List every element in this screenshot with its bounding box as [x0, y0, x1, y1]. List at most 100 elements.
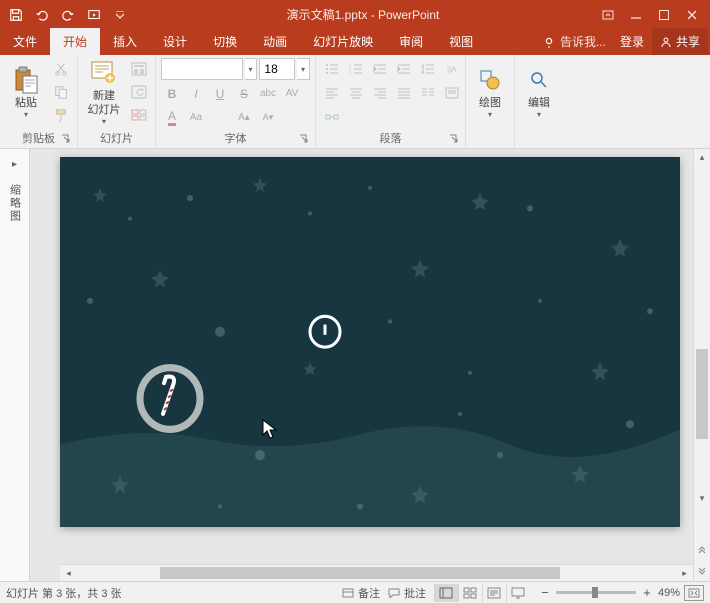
tab-review[interactable]: 审阅	[386, 28, 436, 55]
font-name-dropdown[interactable]: ▾	[245, 58, 258, 80]
paragraph-label: 段落	[380, 133, 402, 145]
next-slide-button[interactable]	[695, 562, 710, 577]
horizontal-scrollbar[interactable]: ◂ ▸	[60, 564, 693, 581]
cut-button[interactable]	[50, 58, 72, 79]
smartart-button[interactable]	[321, 106, 343, 127]
copy-button[interactable]	[50, 81, 72, 102]
slide-canvas[interactable]	[60, 157, 680, 527]
slideshow-view-button[interactable]	[506, 584, 530, 602]
thumbnails-panel-collapsed: ▸ 缩略图	[0, 149, 30, 581]
editing-button[interactable]: 编辑 ▾	[520, 58, 558, 126]
align-text-button[interactable]	[441, 82, 463, 103]
font-size-dropdown[interactable]: ▾	[297, 58, 310, 80]
clipboard-label: 剪贴板	[22, 133, 55, 145]
signin-button[interactable]: 登录	[612, 28, 652, 55]
layout-button[interactable]	[128, 58, 150, 79]
font-name-combo[interactable]	[161, 58, 243, 80]
zoom-slider[interactable]	[556, 591, 636, 594]
tab-animations[interactable]: 动画	[250, 28, 300, 55]
change-case-button[interactable]: Aa	[185, 107, 207, 128]
strikethrough-button[interactable]: S	[233, 83, 255, 104]
qat-customize-button[interactable]	[108, 3, 132, 27]
shapes-button[interactable]: 绘图 ▾	[471, 58, 509, 126]
increase-indent-button[interactable]	[393, 58, 415, 79]
scroll-up-button[interactable]: ▴	[694, 149, 710, 166]
group-clipboard: 粘贴 ▾ 剪贴板	[0, 55, 78, 148]
expand-panel-button[interactable]: ▸	[8, 155, 21, 174]
reading-view-button[interactable]	[482, 584, 506, 602]
bold-button[interactable]: B	[161, 83, 183, 104]
zoom-in-button[interactable]: +	[640, 586, 654, 600]
tell-me-search[interactable]: 告诉我...	[538, 29, 612, 54]
justify-button[interactable]	[393, 82, 415, 103]
zoom-out-button[interactable]: −	[538, 586, 552, 600]
tab-file[interactable]: 文件	[0, 28, 50, 55]
bullets-button[interactable]	[321, 58, 343, 79]
clear-formatting-button[interactable]	[209, 107, 231, 128]
slides-label: 幻灯片	[100, 133, 133, 145]
scroll-right-button[interactable]: ▸	[676, 565, 693, 581]
clipboard-launcher[interactable]	[60, 134, 72, 146]
share-button[interactable]: 共享	[652, 28, 708, 55]
tab-insert[interactable]: 插入	[100, 28, 150, 55]
group-drawing: 绘图 ▾	[466, 55, 515, 148]
paragraph-launcher[interactable]	[448, 134, 460, 146]
redo-button[interactable]	[56, 3, 80, 27]
section-button[interactable]	[128, 104, 150, 125]
scroll-down-button[interactable]: ▾	[694, 490, 710, 507]
align-right-button[interactable]	[369, 82, 391, 103]
notes-button[interactable]: 备注	[342, 585, 380, 601]
group-font: ▾ 18▾ B I U S abc AV A Aa A▴ A▾ 字体	[156, 55, 316, 148]
slide-counter[interactable]: 幻灯片 第 3 张，共 3 张	[6, 585, 122, 601]
group-slides: 新建 幻灯片 ▾ 幻灯片	[78, 55, 156, 148]
text-direction-button[interactable]: ||A	[441, 58, 463, 79]
vscroll-thumb[interactable]	[696, 349, 708, 439]
minimize-button[interactable]	[622, 3, 650, 27]
tab-design[interactable]: 设计	[150, 28, 200, 55]
font-size-combo[interactable]: 18	[259, 58, 295, 80]
tab-transitions[interactable]: 切换	[200, 28, 250, 55]
align-center-button[interactable]	[345, 82, 367, 103]
shadow-button[interactable]: abc	[257, 83, 279, 104]
increase-font-button[interactable]: A▴	[233, 107, 255, 128]
vertical-scrollbar[interactable]: ▴ ▾	[693, 149, 710, 507]
columns-button[interactable]	[417, 82, 439, 103]
font-launcher[interactable]	[298, 134, 310, 146]
ribbon-display-options-button[interactable]	[594, 3, 622, 27]
view-buttons	[434, 584, 530, 602]
decrease-font-button[interactable]: A▾	[257, 107, 279, 128]
decrease-indent-button[interactable]	[369, 58, 391, 79]
paste-button[interactable]: 粘贴 ▾	[5, 58, 47, 126]
font-color-button[interactable]: A	[161, 107, 183, 128]
tab-view[interactable]: 视图	[436, 28, 486, 55]
numbering-button[interactable]: 123	[345, 58, 367, 79]
close-button[interactable]	[678, 3, 706, 27]
slide-nav-buttons	[693, 507, 710, 581]
fit-to-window-button[interactable]	[684, 585, 704, 601]
maximize-button[interactable]	[650, 3, 678, 27]
save-button[interactable]	[4, 3, 28, 27]
format-painter-button[interactable]	[50, 104, 72, 125]
start-from-beginning-button[interactable]	[82, 3, 106, 27]
character-spacing-button[interactable]: AV	[281, 83, 303, 104]
svg-text:3: 3	[349, 71, 352, 75]
underline-button[interactable]: U	[209, 83, 231, 104]
reset-button[interactable]	[128, 81, 150, 102]
italic-button[interactable]: I	[185, 83, 207, 104]
prev-slide-button[interactable]	[695, 543, 710, 558]
tab-home[interactable]: 开始	[50, 28, 100, 55]
align-left-button[interactable]	[321, 82, 343, 103]
zoom-level[interactable]: 49%	[658, 587, 680, 599]
tab-slideshow[interactable]: 幻灯片放映	[300, 28, 386, 55]
shapes-icon	[475, 65, 505, 95]
slide-editor[interactable]: ▴ ▾ ◂ ▸	[30, 149, 710, 581]
status-bar: 幻灯片 第 3 张，共 3 张 备注 批注 − + 49%	[0, 581, 710, 603]
scroll-left-button[interactable]: ◂	[60, 565, 77, 581]
line-spacing-button[interactable]	[417, 58, 439, 79]
new-slide-button[interactable]: 新建 幻灯片 ▾	[83, 58, 125, 126]
hscroll-thumb[interactable]	[160, 567, 560, 579]
comments-button[interactable]: 批注	[388, 585, 426, 601]
undo-button[interactable]	[30, 3, 54, 27]
normal-view-button[interactable]	[434, 584, 458, 602]
sorter-view-button[interactable]	[458, 584, 482, 602]
